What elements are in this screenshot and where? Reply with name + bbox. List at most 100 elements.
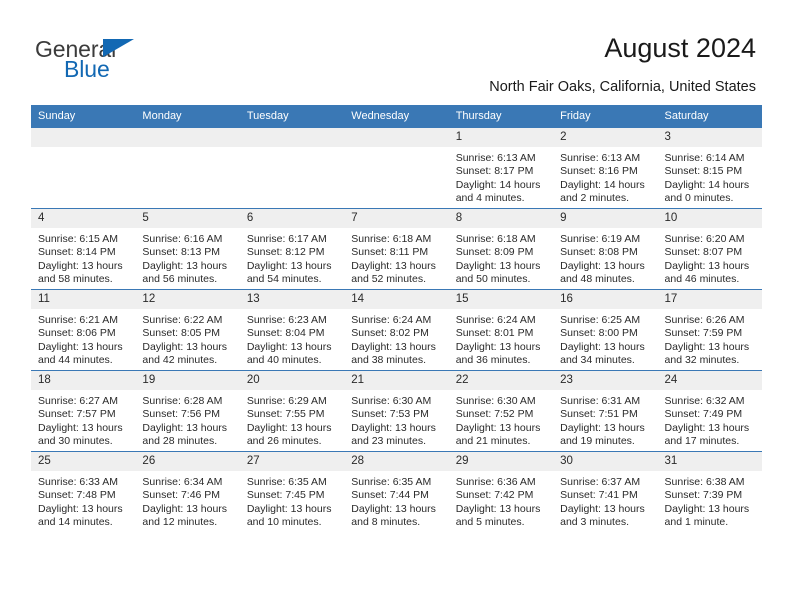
day-number: 10 [657, 209, 762, 228]
calendar-day-cell[interactable]: 3 Sunrise: 6:14 AM Sunset: 8:15 PM Daylight… [657, 127, 762, 209]
calendar-day-cell[interactable]: 25 Sunrise: 6:33 AM Sunset: 7:48 PM Dayligh… [31, 451, 136, 532]
sunrise-text: Sunrise: 6:14 AM [664, 152, 745, 164]
calendar-day-cell[interactable]: 2 Sunrise: 6:13 AM Sunset: 8:16 PM Daylight… [553, 127, 658, 209]
calendar-day-cell[interactable]: 14 Sunrise: 6:24 AM Sunset: 8:02 PM Dayligh… [344, 289, 449, 371]
daylight-text: Daylight: 13 hours and 54 minutes. [246, 259, 332, 286]
calendar-day-cell[interactable]: 4 Sunrise: 6:15 AM Sunset: 8:14 PM Daylight… [31, 208, 136, 290]
day-cell: 11 Sunrise: 6:21 AM Sunset: 8:06 PM Dayligh… [31, 290, 136, 370]
calendar-day-cell[interactable]: 12 Sunrise: 6:22 AM Sunset: 8:05 PM Dayligh… [135, 289, 240, 371]
daylight-text: Daylight: 13 hours and 52 minutes. [351, 259, 436, 286]
sunset-text: Sunset: 7:41 PM [560, 489, 638, 502]
sunset-text: Sunset: 8:00 PM [560, 327, 638, 340]
sunset-text: Sunset: 7:49 PM [664, 408, 743, 421]
day-number: 23 [553, 371, 658, 390]
calendar-day-cell[interactable]: 15 Sunrise: 6:24 AM Sunset: 8:01 PM Dayligh… [448, 289, 554, 371]
daylight-text: Daylight: 13 hours and 14 minutes. [38, 502, 123, 529]
calendar-day-cell[interactable]: 1 Sunrise: 6:13 AM Sunset: 8:17 PM Daylight… [448, 127, 554, 209]
calendar-day-cell[interactable]: 26 Sunrise: 6:34 AM Sunset: 7:46 PM Dayligh… [135, 451, 240, 532]
sunrise-text: Sunrise: 6:23 AM [246, 314, 327, 326]
calendar-day-cell[interactable]: 24 Sunrise: 6:32 AM Sunset: 7:49 PM Dayligh… [657, 370, 762, 452]
sunset-text: Sunset: 7:48 PM [38, 489, 116, 502]
sunrise-text: Sunrise: 6:26 AM [664, 314, 745, 326]
day-cell: 19 Sunrise: 6:28 AM Sunset: 7:56 PM Dayligh… [135, 371, 240, 451]
daylight-text: Daylight: 13 hours and 40 minutes. [246, 340, 332, 367]
day-cell: 25 Sunrise: 6:33 AM Sunset: 7:48 PM Dayligh… [31, 452, 136, 532]
calendar-day-cell[interactable]: 17 Sunrise: 6:26 AM Sunset: 7:59 PM Dayligh… [657, 289, 762, 371]
day-cell: 29 Sunrise: 6:36 AM Sunset: 7:42 PM Dayligh… [448, 452, 554, 532]
calendar-day-cell[interactable]: 29 Sunrise: 6:36 AM Sunset: 7:42 PM Dayligh… [448, 451, 554, 532]
daylight-text: Daylight: 13 hours and 3 minutes. [560, 502, 645, 529]
day-number [239, 128, 345, 147]
calendar-page: General Blue August 2024 North Fair Oaks… [0, 0, 792, 612]
calendar-day-cell[interactable] [31, 127, 136, 209]
calendar-day-cell[interactable]: 9 Sunrise: 6:19 AM Sunset: 8:08 PM Daylight… [553, 208, 658, 290]
page-title: August 2024 [604, 33, 756, 63]
sunset-text: Sunset: 7:57 PM [38, 408, 116, 421]
day-sun-info: Sunrise: 6:21 AM Sunset: 8:06 PM Daylight:… [31, 309, 135, 368]
calendar-day-cell[interactable]: 6 Sunrise: 6:17 AM Sunset: 8:12 PM Daylight… [239, 208, 345, 290]
day-sun-info: Sunrise: 6:19 AM Sunset: 8:08 PM Daylight:… [553, 228, 657, 287]
empty-day-cell [344, 128, 449, 208]
weekday-header-wednesday: Wednesday [344, 105, 449, 128]
day-cell: 16 Sunrise: 6:25 AM Sunset: 8:00 PM Dayligh… [553, 290, 658, 370]
calendar-day-cell[interactable]: 28 Sunrise: 6:35 AM Sunset: 7:44 PM Dayligh… [344, 451, 449, 532]
general-blue-logo[interactable]: General Blue [35, 36, 215, 88]
calendar-day-cell[interactable]: 5 Sunrise: 6:16 AM Sunset: 8:13 PM Daylight… [135, 208, 240, 290]
calendar-day-cell[interactable]: 19 Sunrise: 6:28 AM Sunset: 7:56 PM Dayligh… [135, 370, 240, 452]
calendar-day-cell[interactable] [344, 127, 449, 209]
calendar-day-cell[interactable]: 18 Sunrise: 6:27 AM Sunset: 7:57 PM Dayligh… [31, 370, 136, 452]
day-number [135, 128, 240, 147]
calendar-day-cell[interactable]: 31 Sunrise: 6:38 AM Sunset: 7:39 PM Dayligh… [657, 451, 762, 532]
day-cell: 26 Sunrise: 6:34 AM Sunset: 7:46 PM Dayligh… [135, 452, 240, 532]
calendar-day-cell[interactable]: 10 Sunrise: 6:20 AM Sunset: 8:07 PM Dayligh… [657, 208, 762, 290]
calendar-day-cell[interactable]: 13 Sunrise: 6:23 AM Sunset: 8:04 PM Dayligh… [239, 289, 345, 371]
sunset-text: Sunset: 7:51 PM [560, 408, 638, 421]
calendar-day-cell[interactable]: 30 Sunrise: 6:37 AM Sunset: 7:41 PM Dayligh… [553, 451, 658, 532]
day-cell: 23 Sunrise: 6:31 AM Sunset: 7:51 PM Dayligh… [553, 371, 658, 451]
calendar-day-cell[interactable] [239, 127, 345, 209]
day-sun-info: Sunrise: 6:30 AM Sunset: 7:53 PM Daylight:… [344, 390, 448, 449]
calendar-day-cell[interactable]: 16 Sunrise: 6:25 AM Sunset: 8:00 PM Dayligh… [553, 289, 658, 371]
sunset-text: Sunset: 8:06 PM [38, 327, 116, 340]
day-sun-info: Sunrise: 6:34 AM Sunset: 7:46 PM Daylight:… [135, 471, 239, 530]
sunset-text: Sunset: 8:02 PM [351, 327, 429, 340]
sunrise-text: Sunrise: 6:30 AM [455, 395, 536, 407]
calendar-day-cell[interactable]: 27 Sunrise: 6:35 AM Sunset: 7:45 PM Dayligh… [239, 451, 345, 532]
calendar-week-row: 4 Sunrise: 6:15 AM Sunset: 8:14 PM Daylight… [31, 208, 762, 290]
calendar-week-row: 18 Sunrise: 6:27 AM Sunset: 7:57 PM Dayligh… [31, 370, 762, 452]
day-sun-info: Sunrise: 6:26 AM Sunset: 7:59 PM Daylight:… [658, 309, 762, 368]
day-cell: 10 Sunrise: 6:20 AM Sunset: 8:07 PM Dayligh… [657, 209, 762, 289]
daylight-text: Daylight: 13 hours and 46 minutes. [664, 259, 750, 286]
sunrise-text: Sunrise: 6:24 AM [351, 314, 432, 326]
sunset-text: Sunset: 7:46 PM [142, 489, 221, 502]
calendar-day-cell[interactable]: 11 Sunrise: 6:21 AM Sunset: 8:06 PM Dayligh… [31, 289, 136, 371]
calendar-day-cell[interactable]: 7 Sunrise: 6:18 AM Sunset: 8:11 PM Daylight… [344, 208, 449, 290]
sunrise-text: Sunrise: 6:17 AM [246, 233, 327, 245]
daylight-text: Daylight: 13 hours and 26 minutes. [246, 421, 332, 448]
day-number: 18 [31, 371, 136, 390]
calendar-day-cell[interactable]: 20 Sunrise: 6:29 AM Sunset: 7:55 PM Dayligh… [239, 370, 345, 452]
sunrise-text: Sunrise: 6:35 AM [246, 476, 327, 488]
weekday-header-sunday: Sunday [31, 105, 136, 128]
day-number: 8 [448, 209, 554, 228]
calendar-day-cell[interactable]: 8 Sunrise: 6:18 AM Sunset: 8:09 PM Daylight… [448, 208, 554, 290]
day-number: 14 [344, 290, 449, 309]
calendar-day-cell[interactable]: 23 Sunrise: 6:31 AM Sunset: 7:51 PM Dayligh… [553, 370, 658, 452]
day-sun-info: Sunrise: 6:30 AM Sunset: 7:52 PM Daylight:… [449, 390, 553, 449]
daylight-text: Daylight: 13 hours and 38 minutes. [351, 340, 436, 367]
day-cell: 5 Sunrise: 6:16 AM Sunset: 8:13 PM Daylight… [135, 209, 240, 289]
calendar-day-cell[interactable]: 22 Sunrise: 6:30 AM Sunset: 7:52 PM Dayligh… [448, 370, 554, 452]
sunset-text: Sunset: 8:15 PM [664, 165, 743, 178]
day-sun-info: Sunrise: 6:36 AM Sunset: 7:42 PM Daylight:… [449, 471, 553, 530]
day-sun-info: Sunrise: 6:15 AM Sunset: 8:14 PM Daylight:… [31, 228, 135, 287]
daylight-text: Daylight: 14 hours and 4 minutes. [455, 178, 541, 205]
calendar-day-cell[interactable]: 21 Sunrise: 6:30 AM Sunset: 7:53 PM Dayligh… [344, 370, 449, 452]
day-number: 7 [344, 209, 449, 228]
day-number: 9 [553, 209, 658, 228]
day-cell: 27 Sunrise: 6:35 AM Sunset: 7:45 PM Dayligh… [239, 452, 345, 532]
calendar-day-cell[interactable] [135, 127, 240, 209]
daylight-text: Daylight: 13 hours and 19 minutes. [560, 421, 645, 448]
sunset-text: Sunset: 7:56 PM [142, 408, 221, 421]
daylight-text: Daylight: 13 hours and 32 minutes. [664, 340, 750, 367]
day-number [31, 128, 136, 147]
